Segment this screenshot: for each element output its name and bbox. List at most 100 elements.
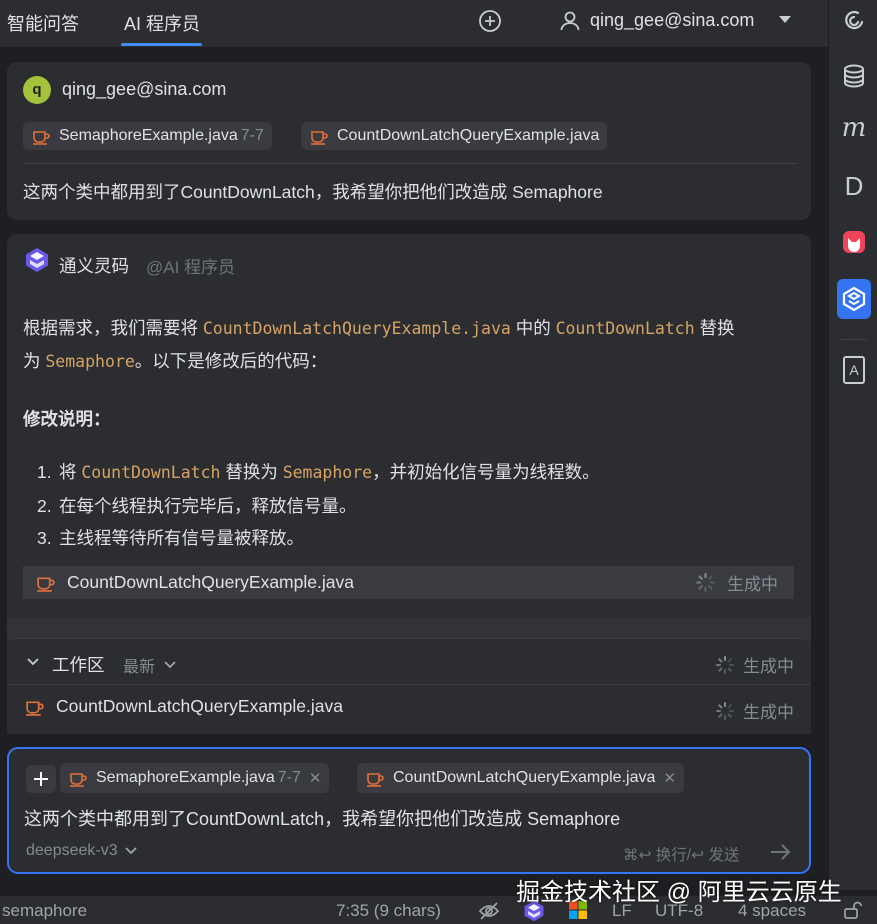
list-number: 3. [37, 528, 52, 548]
file-name: SemaphoreExample.java [96, 769, 275, 786]
file-name: SemaphoreExample.java [59, 127, 238, 144]
file-name: CountDownLatchQueryExample.java [337, 127, 600, 144]
chevron-down-icon[interactable] [25, 654, 41, 670]
list-number: 1. [37, 462, 52, 482]
plus-circle-icon[interactable] [478, 9, 502, 33]
unlock-icon[interactable] [842, 900, 862, 920]
java-file-icon [24, 696, 45, 717]
workspace-status: 生成中 [715, 652, 794, 677]
inline-code: CountDownLatch [81, 463, 221, 482]
user-icon[interactable] [558, 9, 582, 33]
text: 主线程等待所有信号量被释放。 [59, 528, 304, 548]
swirl-icon[interactable] [840, 7, 868, 35]
user-message-card: q qing_gee@sina.com SemaphoreExample.jav… [7, 62, 811, 220]
file-name: CountDownLatchQueryExample.java [67, 572, 354, 592]
model-name: deepseek-v3 [26, 842, 118, 859]
java-file-icon [365, 768, 385, 788]
tongyi-lingma-logo-icon [23, 246, 51, 274]
inline-code: Semaphore [45, 352, 135, 371]
text: 。以下是修改后的代码： [134, 351, 328, 371]
remove-file-icon[interactable]: ✕ [663, 769, 676, 787]
keyboard-hint: ⌘↩ 换行/↩ 发送 [623, 847, 740, 864]
assistant-name: 通义灵码 [59, 256, 129, 276]
ai-response-card: 通义灵码 @AI 程序员 根据需求，我们需要将 CountDownLatchQu… [7, 234, 811, 654]
line-range: 7-7 [277, 769, 301, 786]
text: 根据需求，我们需要将 [23, 318, 203, 338]
workspace-panel: 工作区 最新 生成中 CountDownLatchQueryExample.ja… [7, 638, 811, 734]
file-name: CountDownLatchQueryExample.java [393, 769, 656, 786]
caret-position[interactable]: 7:35 (9 chars) [336, 901, 441, 921]
text: 替换 [694, 318, 735, 338]
m-icon[interactable]: m [840, 113, 868, 143]
tab-ai-programmer[interactable]: AI 程序员 [124, 10, 200, 36]
user-message-text: 这两个类中都用到了CountDownLatch，我希望你把他们改造成 Semap… [23, 182, 603, 202]
workspace-title[interactable]: 工作区 [52, 652, 105, 677]
text: 替换为 [220, 462, 283, 482]
file-name: CountDownLatchQueryExample.java [56, 696, 343, 716]
inline-code: CountDownLatchQueryExample.java [202, 319, 511, 338]
status-left-text[interactable]: semaphore [2, 901, 87, 921]
eye-off-icon[interactable] [478, 900, 500, 922]
remove-file-icon[interactable]: ✕ [309, 769, 322, 787]
list-item: 3. 主线程等待所有信号量被释放。 [37, 522, 600, 555]
d-icon[interactable]: D [840, 171, 868, 201]
scroll-fade [7, 617, 811, 639]
status-text: 生成中 [727, 575, 778, 594]
database-icon[interactable] [840, 62, 868, 90]
list-item: 2. 在每个线程执行完毕后，释放信号量。 [37, 490, 600, 523]
fox-plugin-icon[interactable] [840, 228, 868, 256]
workspace-filter-dropdown[interactable]: 最新 [123, 653, 177, 677]
text: 为 [23, 351, 46, 371]
text: 在每个线程执行完毕后，释放信号量。 [59, 495, 357, 516]
text: ，并初始化信号量为线程数。 [372, 462, 600, 482]
add-context-button[interactable] [26, 765, 56, 793]
send-arrow-icon[interactable] [769, 842, 793, 862]
plus-icon [34, 772, 48, 786]
java-file-icon [35, 572, 56, 593]
text: 中的 [510, 318, 556, 338]
user-email[interactable]: qing_gee@sina.com [590, 10, 754, 31]
generated-file-row[interactable]: CountDownLatchQueryExample.java 生成中 [23, 566, 794, 599]
divider [7, 684, 811, 685]
tool-separator [841, 339, 867, 340]
inline-code: CountDownLatch [555, 319, 695, 338]
attached-file-chip[interactable]: SemaphoreExample.java 7-7 ✕ [60, 763, 330, 793]
user-message-author: qing_gee@sina.com [62, 79, 227, 99]
assistant-mention: @AI 程序员 [146, 258, 236, 277]
inline-code: Semaphore [282, 463, 373, 482]
line-range: 7-7 [240, 127, 264, 144]
section-heading: 修改说明： [23, 409, 111, 429]
generating-status: 生成中 [695, 570, 778, 595]
java-file-icon [31, 126, 51, 146]
tongyi-lingma-icon[interactable] [840, 285, 868, 313]
spinner-icon [695, 572, 716, 593]
list-number: 2. [37, 495, 52, 516]
avatar: q [23, 76, 51, 104]
top-bar: 智能问答 AI 程序员 qing_gee@sina.com [0, 0, 828, 48]
dictionary-icon[interactable]: A [843, 356, 865, 384]
status-text: 生成中 [743, 703, 794, 722]
chevron-down-icon [163, 659, 177, 671]
java-file-icon [309, 126, 329, 146]
list-item: 1. 将 CountDownLatch 替换为 Semaphore，并初始化信号量… [37, 456, 600, 490]
attached-file-chip[interactable]: CountDownLatchQueryExample.java ✕ [357, 763, 684, 793]
tab-smart-qa[interactable]: 智能问答 [7, 10, 79, 36]
response-paragraph: 根据需求，我们需要将 CountDownLatchQueryExample.ja… [23, 312, 803, 378]
spinner-icon [715, 701, 735, 721]
divider [23, 163, 796, 164]
model-selector[interactable]: deepseek-v3 [26, 842, 138, 860]
filter-label: 最新 [123, 659, 156, 676]
watermark: 掘金技术社区 @ 阿里云云原生 [516, 879, 842, 906]
chat-input-box[interactable]: SemaphoreExample.java 7-7 ✕ CountDownLat… [7, 747, 811, 874]
workspace-file-row[interactable]: CountDownLatchQueryExample.java [24, 696, 343, 717]
tool-window-strip: m D A [828, 0, 877, 890]
caret-down-icon[interactable] [777, 13, 793, 25]
spinner-icon [715, 655, 735, 675]
file-reference-chip[interactable]: SemaphoreExample.java 7-7 [23, 122, 272, 150]
message-input[interactable]: 这两个类中都用到了CountDownLatch，我希望你把他们改造成 Semap… [24, 805, 620, 831]
status-text: 生成中 [743, 657, 794, 676]
chevron-down-icon [124, 845, 138, 857]
active-tab-indicator [121, 43, 202, 46]
file-reference-chip[interactable]: CountDownLatchQueryExample.java [301, 122, 608, 150]
workspace-file-status: 生成中 [715, 698, 794, 723]
